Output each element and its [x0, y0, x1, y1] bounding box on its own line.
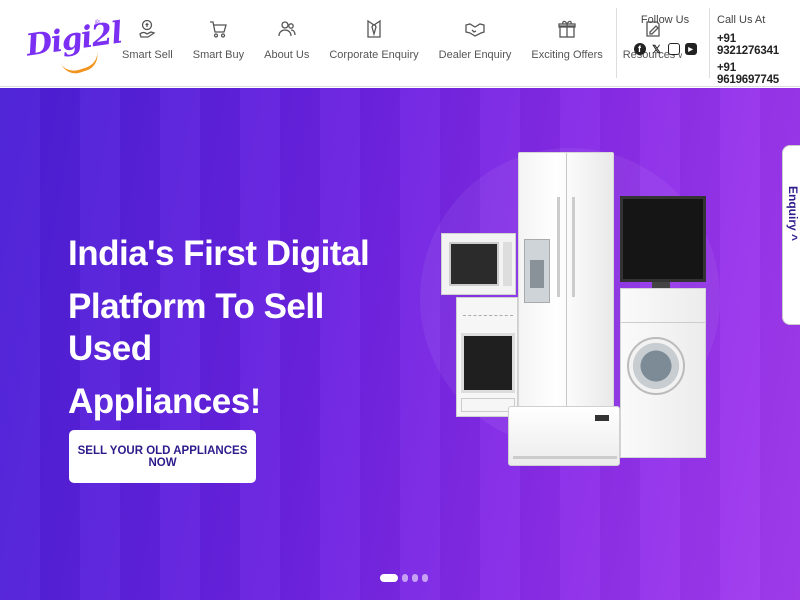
social-links: f 𝕏 ▶	[622, 43, 708, 56]
enquiry-label: Enquiry ^	[786, 186, 800, 242]
nav-label: Dealer Enquiry	[438, 49, 512, 61]
handshake-icon	[464, 18, 486, 40]
sell-icon	[136, 18, 158, 40]
logo-text: Digi2l	[24, 15, 125, 64]
nav-item-corporate-enquiry[interactable]: Corporate Enquiry	[319, 18, 428, 61]
enquiry-tab[interactable]: Enquiry ^	[782, 145, 800, 325]
nav-item-exciting-offers[interactable]: Exciting Offers	[521, 18, 612, 61]
hero-title-line: India's First Digital	[68, 234, 370, 273]
people-icon	[276, 18, 298, 40]
carousel-dot[interactable]	[412, 574, 418, 582]
phone-number[interactable]: +91 9619697745	[717, 62, 800, 86]
tie-icon	[363, 18, 385, 40]
carousel-dot[interactable]	[422, 574, 428, 582]
nav-label: Exciting Offers	[531, 49, 603, 61]
sell-appliances-button[interactable]: SELL YOUR OLD APPLIANCES NOW	[69, 430, 256, 483]
microwave-image	[441, 233, 516, 295]
carousel-dots	[380, 574, 428, 582]
follow-us-title: Follow Us	[640, 14, 690, 26]
nav-label: Smart Sell	[122, 49, 173, 61]
hero-title: India's First Digital Platform To Sell U…	[68, 233, 398, 434]
nav-label: About Us	[264, 49, 310, 61]
nav-item-about-us[interactable]: About Us	[254, 18, 319, 61]
site-header: Digi2l ® Smart Sell Smart Buy About Us C…	[0, 0, 800, 87]
instagram-icon[interactable]	[667, 43, 680, 55]
carousel-dot[interactable]	[402, 574, 408, 582]
nav-item-smart-buy[interactable]: Smart Buy	[183, 18, 254, 61]
carousel-dot[interactable]	[380, 574, 398, 582]
nav-label: Smart Buy	[192, 49, 245, 61]
nav-item-smart-sell[interactable]: Smart Sell	[112, 18, 183, 61]
television-image	[620, 196, 706, 282]
facebook-icon[interactable]: f	[633, 43, 646, 55]
registered-mark: ®	[94, 20, 100, 27]
call-us-section: Call Us At +91 9321276341 +91 9619697745	[717, 14, 800, 86]
air-conditioner-image	[508, 406, 620, 466]
phone-number[interactable]: +91 9321276341	[717, 33, 800, 57]
oven-image	[456, 297, 518, 417]
youtube-icon[interactable]: ▶	[684, 43, 697, 55]
nav-item-dealer-enquiry[interactable]: Dealer Enquiry	[429, 18, 522, 61]
refrigerator-image	[518, 152, 614, 412]
follow-us-section: Follow Us f 𝕏 ▶	[622, 14, 708, 56]
main-nav: Smart Sell Smart Buy About Us Corporate …	[112, 18, 693, 61]
hero-banner: India's First Digital Platform To Sell U…	[0, 88, 800, 600]
nav-label: Corporate Enquiry	[329, 49, 419, 61]
divider	[709, 8, 710, 78]
divider	[616, 8, 617, 78]
cart-icon	[207, 18, 229, 40]
hero-title-line: Platform To Sell Used	[68, 287, 324, 368]
gift-icon	[556, 18, 578, 40]
digi2l-logo[interactable]: Digi2l ®	[24, 15, 124, 78]
washing-machine-image	[620, 288, 706, 458]
call-us-title: Call Us At	[717, 14, 766, 26]
twitter-icon[interactable]: 𝕏	[651, 43, 663, 56]
hero-title-line: Appliances!	[68, 381, 261, 421]
